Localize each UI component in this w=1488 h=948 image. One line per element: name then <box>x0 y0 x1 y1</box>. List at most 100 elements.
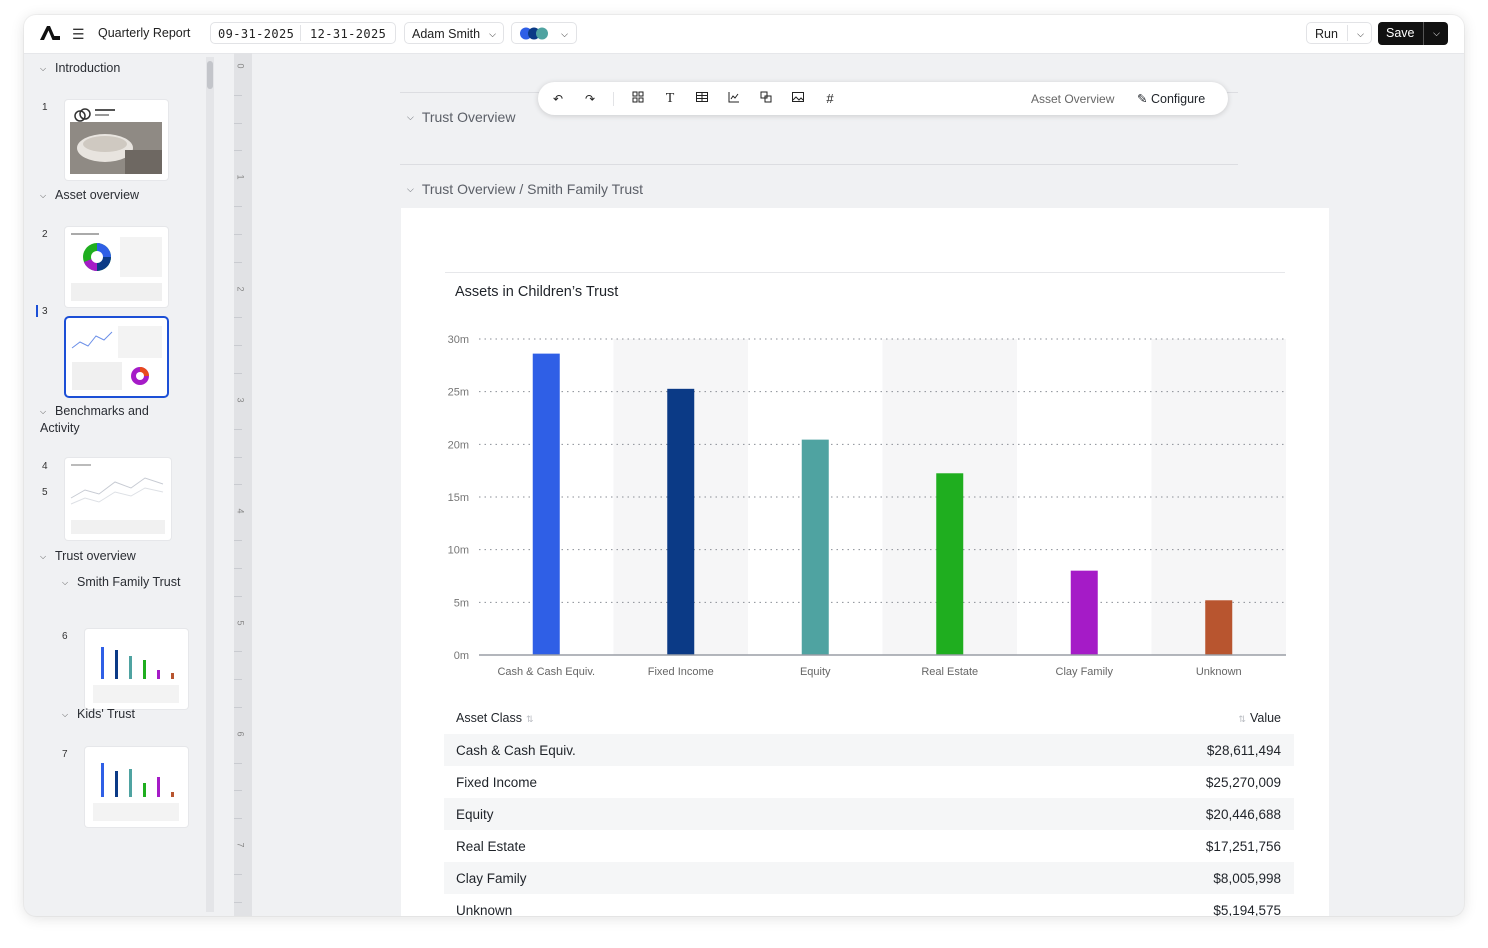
chevron-down-icon: ⌵ <box>561 29 568 39</box>
chevron-down-icon: ⌵ <box>407 112 414 122</box>
divider <box>445 272 1285 273</box>
table-icon[interactable] <box>694 91 710 107</box>
bar <box>1205 600 1233 655</box>
page-number: 7 <box>62 749 68 760</box>
date-end[interactable]: 12-31-2025 <box>310 23 386 45</box>
table-row[interactable]: Fixed Income $25,270,009 <box>444 766 1294 798</box>
run-label: Run <box>1315 27 1338 41</box>
app-logo-icon[interactable] <box>39 25 61 46</box>
save-button[interactable]: Save ⌵ <box>1378 22 1448 45</box>
cell-value: $5,194,575 <box>1213 903 1281 916</box>
text-icon[interactable]: T <box>662 91 678 107</box>
ruler-tick <box>234 901 242 903</box>
page-thumbnail-6[interactable] <box>85 629 188 709</box>
cell-value: $20,446,688 <box>1205 807 1281 822</box>
color-theme-select[interactable]: ⌵ <box>511 22 577 44</box>
bar <box>936 473 964 655</box>
save-label: Save <box>1386 26 1415 40</box>
number-icon[interactable]: # <box>822 91 838 107</box>
page-outline-sidebar: ⌵ Introduction 1 ⌵ Asset overview 2 3 ⌵ … <box>24 53 216 916</box>
ruler-label: 1 <box>235 174 246 180</box>
shapes-icon[interactable] <box>758 91 774 107</box>
ruler-label: 2 <box>235 286 246 292</box>
divider <box>1423 22 1424 45</box>
date-start[interactable]: 09-31-2025 <box>218 23 294 45</box>
x-tick-label: Clay Family <box>1056 666 1114 678</box>
hamburger-menu-icon[interactable]: ☰ <box>72 26 85 43</box>
section-smith-family-trust[interactable]: ⌵ Smith Family Trust <box>62 574 182 591</box>
chevron-down-icon: ⌵ <box>62 578 69 587</box>
page-thumbnail-4-5[interactable] <box>65 458 171 540</box>
y-tick-label: 30m <box>448 334 469 346</box>
page-thumbnail-1[interactable] <box>65 100 168 180</box>
page-thumbnail-3-selected[interactable] <box>66 318 167 396</box>
sort-icon[interactable]: ⇅ <box>1238 714 1246 724</box>
sort-icon[interactable]: ⇅ <box>526 714 534 724</box>
section-asset-overview[interactable]: ⌵ Asset overview <box>40 187 139 204</box>
ruler-tick <box>234 595 242 597</box>
date-range-picker[interactable]: 09-31-2025 12-31-2025 <box>210 22 396 44</box>
scrollbar-thumb[interactable] <box>207 61 213 89</box>
section-header-trust-overview[interactable]: ⌵ Trust Overview <box>407 109 515 125</box>
table-row[interactable]: Cash & Cash Equiv. $28,611,494 <box>444 734 1294 766</box>
top-bar: ☰ Quarterly Report 09-31-2025 12-31-2025… <box>24 15 1464 54</box>
redo-icon[interactable]: ↷ <box>582 91 598 107</box>
ruler-tick <box>234 818 242 820</box>
section-introduction[interactable]: ⌵ Introduction <box>40 60 120 77</box>
ruler-label: 5 <box>235 619 246 626</box>
page-number: 1 <box>42 102 48 113</box>
x-tick-label: Equity <box>800 666 831 678</box>
ruler-tick <box>234 345 242 347</box>
table-row[interactable]: Equity $20,446,688 <box>444 798 1294 830</box>
asset-overview-thumbnail <box>71 233 162 301</box>
column-header-asset-class[interactable]: Asset Class ⇅ <box>456 711 538 725</box>
bar <box>667 388 695 655</box>
table-row[interactable]: Clay Family $8,005,998 <box>444 862 1294 894</box>
asset-overview-link[interactable]: Asset Overview <box>1031 92 1114 106</box>
chart-icon[interactable] <box>726 91 742 107</box>
y-tick-label: 10m <box>448 545 469 557</box>
page-number: 4 <box>42 461 48 472</box>
image-icon[interactable] <box>790 91 806 107</box>
section-kids-trust[interactable]: ⌵ Kids' Trust <box>62 706 135 723</box>
section-trust-overview[interactable]: ⌵ Trust overview <box>40 548 136 565</box>
y-tick-label: 20m <box>448 439 469 451</box>
run-button[interactable]: Run ⌵ <box>1306 22 1372 44</box>
column-header-value[interactable]: ⇅ Value <box>1234 711 1281 725</box>
page-number: 2 <box>42 229 48 240</box>
report-page: Assets in Children’s Trust 0m 5m 10m 15m 20m… <box>401 208 1329 916</box>
ruler-tick <box>234 484 242 486</box>
chevron-down-icon: ⌵ <box>40 191 47 200</box>
cell-asset-class: Real Estate <box>456 839 526 854</box>
divider <box>1347 25 1348 41</box>
ruler-label: 3 <box>235 397 246 403</box>
run-options-chevron-icon[interactable]: ⌵ <box>1357 23 1364 45</box>
page-thumbnail-2[interactable] <box>65 227 168 307</box>
report-title[interactable]: Quarterly Report <box>98 26 190 40</box>
configure-button[interactable]: ✎ Configure <box>1137 91 1205 106</box>
ruler-tick <box>234 762 242 764</box>
sidebar-scrollbar[interactable] <box>206 57 214 912</box>
layout-grid-icon[interactable] <box>630 91 646 107</box>
ruler-tick <box>234 317 242 319</box>
ruler-tick <box>234 428 242 430</box>
vertical-ruler: 0 1 2 3 4 5 6 7 <box>234 53 252 916</box>
ruler-label: 6 <box>235 731 246 737</box>
ruler-tick <box>234 706 242 708</box>
table-row[interactable]: Unknown $5,194,575 <box>444 894 1294 916</box>
save-options-chevron-icon[interactable]: ⌵ <box>1433 22 1440 45</box>
user-select[interactable]: Adam Smith ⌵ <box>404 22 504 44</box>
y-tick-label: 0m <box>454 650 469 662</box>
chevron-down-icon: ⌵ <box>40 64 47 73</box>
section-benchmarks-activity[interactable]: ⌵ Benchmarks and Activity <box>40 403 180 436</box>
report-canvas: ⌵Trust Overview ↶ ↷ T # Asset Overview <box>252 53 1464 916</box>
table-row[interactable]: Real Estate $17,251,756 <box>444 830 1294 862</box>
cell-asset-class: Equity <box>456 807 494 822</box>
selected-page-marker <box>36 305 38 317</box>
ruler-tick <box>234 150 242 152</box>
insert-toolbar: ↶ ↷ T # Asset Overview ✎ Configure <box>538 82 1228 115</box>
section-header-smith-family-trust[interactable]: ⌵ Trust Overview / Smith Family Trust <box>407 181 643 197</box>
ruler-tick <box>234 651 242 653</box>
page-thumbnail-7[interactable] <box>85 747 188 827</box>
undo-icon[interactable]: ↶ <box>550 91 566 107</box>
